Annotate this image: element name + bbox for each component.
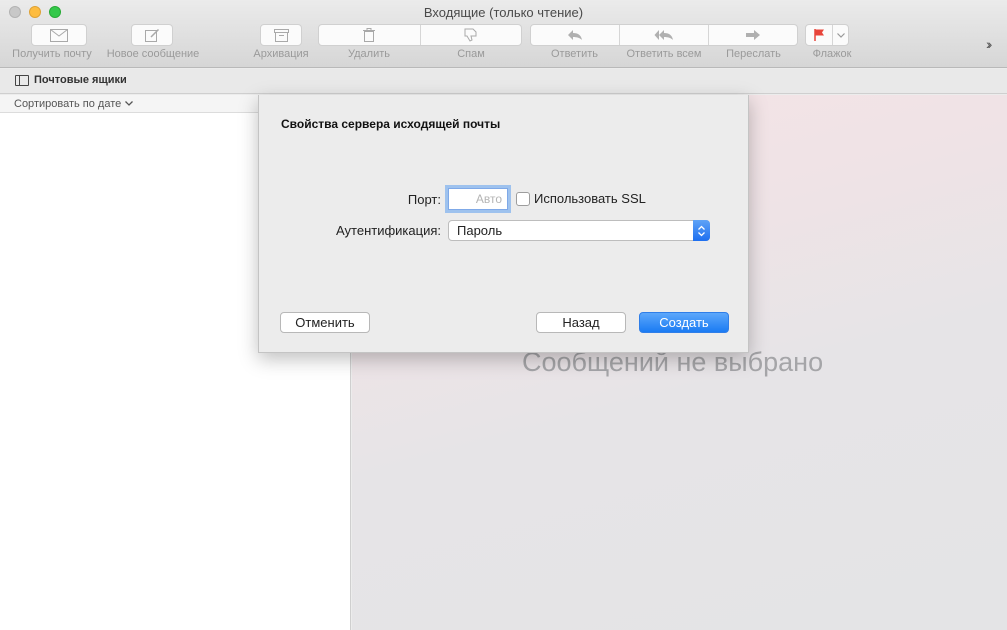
- port-label: Порт:: [407, 192, 441, 207]
- delete-button[interactable]: [319, 25, 420, 45]
- flag-group: [805, 24, 849, 46]
- reply-all-label: Ответить всем: [626, 48, 702, 60]
- chevron-down-icon: [125, 101, 134, 106]
- port-input[interactable]: [448, 188, 508, 210]
- dialog-title: Свойства сервера исходящей почты: [281, 117, 501, 131]
- delete-label: Удалить: [348, 48, 390, 60]
- flag-menu-button[interactable]: [832, 25, 848, 45]
- spam-label: Спам: [457, 48, 485, 60]
- delete-spam-group: [318, 24, 522, 46]
- get-mail-button[interactable]: [31, 24, 87, 46]
- forward-arrow-icon: [746, 30, 760, 40]
- envelope-icon: [50, 28, 68, 42]
- up-down-arrows-icon: [693, 220, 710, 241]
- mailboxes-button[interactable]: Почтовые ящики: [34, 74, 127, 86]
- auth-label: Аутентификация:: [336, 223, 441, 238]
- reply-arrow-icon: [568, 30, 582, 40]
- reply-group: [530, 24, 798, 46]
- compose-icon: [144, 28, 159, 42]
- trash-icon: [363, 28, 376, 42]
- flag-button[interactable]: [806, 25, 832, 45]
- new-message-button[interactable]: [131, 24, 173, 46]
- forward-button[interactable]: [708, 25, 797, 45]
- reply-label: Ответить: [550, 48, 599, 60]
- thumbs-down-icon: [464, 28, 477, 42]
- get-mail-label: Получить почту: [12, 48, 92, 60]
- toolbar-overflow-icon[interactable]: ››: [986, 36, 993, 52]
- sort-label: Сортировать по дате: [14, 97, 122, 110]
- use-ssl-label[interactable]: Использовать SSL: [534, 191, 646, 206]
- reply-all-arrow-icon: [654, 30, 673, 40]
- title-bar: Входящие (только чтение) Получить почту …: [0, 0, 1007, 68]
- new-message-label: Новое сообщение: [106, 48, 200, 60]
- flag-label: Флажок: [812, 48, 852, 60]
- window-title: Входящие (только чтение): [423, 5, 584, 20]
- back-button[interactable]: Назад: [536, 312, 626, 333]
- use-ssl-checkbox[interactable]: [516, 192, 530, 206]
- archive-box-icon: [273, 28, 289, 42]
- archive-label: Архивация: [253, 48, 309, 60]
- cancel-button[interactable]: Отменить: [280, 312, 370, 333]
- forward-label: Переслать: [726, 48, 781, 60]
- flag-icon: [813, 29, 824, 41]
- reply-all-button[interactable]: [619, 25, 708, 45]
- sidebar-toggle-icon[interactable]: [15, 75, 29, 86]
- archive-button[interactable]: [260, 24, 302, 46]
- auth-select-value: Пароль: [457, 223, 503, 238]
- reply-button[interactable]: [531, 25, 619, 45]
- outgoing-server-dialog: Свойства сервера исходящей почты Порт: И…: [258, 95, 749, 353]
- chevron-down-icon: [836, 32, 845, 38]
- create-button[interactable]: Создать: [639, 312, 729, 333]
- mailboxes-bar: Почтовые ящики: [0, 69, 1007, 94]
- auth-select[interactable]: Пароль: [448, 220, 710, 241]
- spam-button[interactable]: [419, 25, 522, 45]
